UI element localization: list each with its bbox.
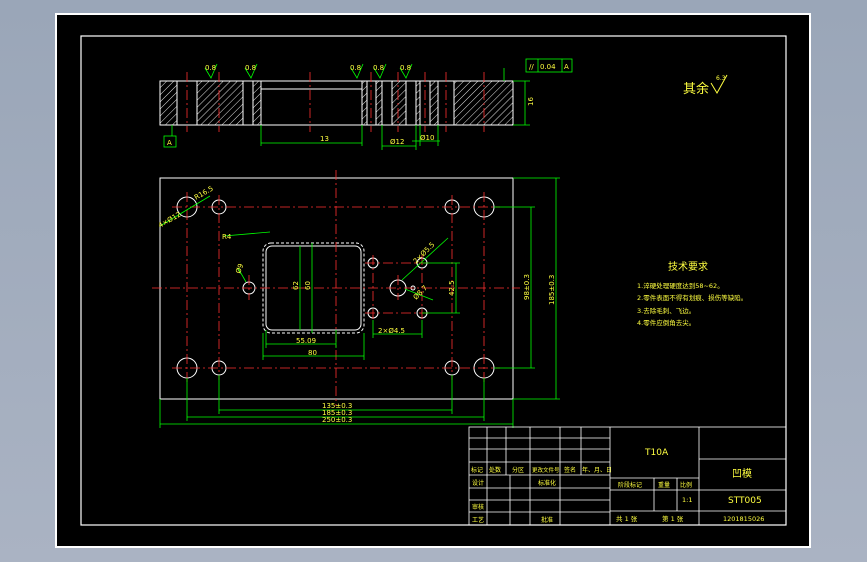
dim-62: 62 — [292, 281, 300, 290]
school-number: 1201815026 — [723, 515, 764, 523]
header-cell: 处数 — [489, 466, 501, 474]
review-label: 审核 — [472, 503, 484, 511]
roughness-label: 0.8 — [205, 64, 216, 72]
sheet-number: 第 1 张 — [662, 514, 684, 523]
tech-requirements: 技术要求 1.淬硬处理硬度达到58~62。 2.零件表面不得有划痕、损伤等缺陷。… — [637, 260, 747, 327]
section-block-2 — [196, 80, 244, 126]
section-block-3 — [252, 80, 262, 126]
roughness-label: 0.8 — [245, 64, 256, 72]
design-label: 设计 — [472, 479, 484, 487]
part-name: 凹模 — [732, 468, 752, 480]
section-block-1 — [159, 80, 178, 126]
dim-d-center: Ø9 — [234, 263, 245, 275]
dim-d12: Ø12 — [390, 138, 404, 146]
tolerance-datum: A — [564, 63, 569, 71]
surface-note-text: 其余 — [683, 81, 709, 97]
dim-60: 60 — [304, 281, 312, 290]
section-block-6 — [391, 80, 407, 126]
standardize-label: 标准化 — [538, 479, 556, 487]
section-block-4 — [361, 80, 368, 126]
dim-h-outer: 185±0.3 — [548, 275, 556, 305]
tech-item: 2.零件表面不得有划痕、损伤等缺陷。 — [637, 293, 747, 302]
header-cell: 分区 — [512, 466, 524, 474]
plan-view — [159, 177, 514, 400]
dim-small: 2×Ø4.5 — [378, 327, 405, 335]
dim-4-holes: 4×Ø12 — [157, 210, 182, 229]
dim-hole-rt: 2×Ø5.5 — [412, 241, 437, 266]
tolerance-value: 0.04 — [540, 63, 556, 71]
plan-centerlines — [152, 170, 520, 406]
section-view — [159, 72, 514, 132]
tech-item: 1.淬硬处理硬度达到58~62。 — [637, 281, 724, 290]
process-label: 工艺 — [472, 516, 484, 524]
weight-label: 重量 — [658, 481, 670, 489]
dim-bottom-3: 250±0.3 — [322, 416, 352, 424]
dim-r-left: R16.5 — [193, 185, 215, 202]
dim-d10: Ø10 — [420, 134, 434, 142]
approve-label: 批准 — [541, 516, 553, 524]
tech-item: 3.去除毛刺、飞边。 — [637, 306, 695, 315]
header-cell: 更改文件号 — [532, 466, 560, 474]
height-dim: 16 — [527, 97, 535, 106]
datum-label: A — [167, 139, 172, 147]
section-block-7 — [415, 80, 421, 126]
dim-h-right: 98±0.3 — [523, 274, 531, 300]
dim-80: 80 — [308, 349, 317, 357]
tech-title: 技术要求 — [668, 260, 708, 273]
tech-item: 4.零件应倒角去尖。 — [637, 318, 695, 327]
roughness-label: 0.8 — [373, 64, 384, 72]
dim-r-fillet: R4 — [222, 233, 232, 241]
material: T10A — [644, 448, 669, 458]
stage-mark-label: 阶段标记 — [618, 481, 642, 489]
scale-label: 比例 — [680, 481, 692, 489]
header-cell: 标记 — [471, 466, 483, 474]
dim-55: 55.09 — [296, 337, 316, 345]
surface-note: 其余 6.3 — [683, 74, 728, 97]
header-cell: 年、月、日 — [582, 466, 612, 474]
plan-dimensions — [159, 177, 560, 428]
section-block-8 — [429, 80, 439, 126]
section-block-5 — [375, 80, 383, 126]
plan-dim-texts: 4×Ø12 R16.5 R4 Ø9 62 60 55.09 80 98±0.3 … — [157, 185, 556, 424]
section-block-9 — [453, 80, 514, 126]
header-cell: 签名 — [564, 466, 576, 474]
surface-note-value: 6.3 — [716, 75, 726, 82]
sheets-total: 共 1 张 — [616, 514, 638, 523]
dim-vert-small: 42.5 — [448, 280, 456, 296]
cad-drawing-canvas: 0.8 0.8 0.8 0.8 0.8 16 13 Ø12 Ø10 A // 0… — [80, 35, 787, 526]
scale-value: 1:1 — [682, 496, 692, 504]
roughness-label: 0.8 — [400, 64, 411, 72]
roughness-label: 0.8 — [350, 64, 361, 72]
dim-13: 13 — [320, 135, 329, 143]
tolerance-symbol: // — [529, 63, 534, 71]
drawing-number: STT005 — [728, 496, 762, 506]
